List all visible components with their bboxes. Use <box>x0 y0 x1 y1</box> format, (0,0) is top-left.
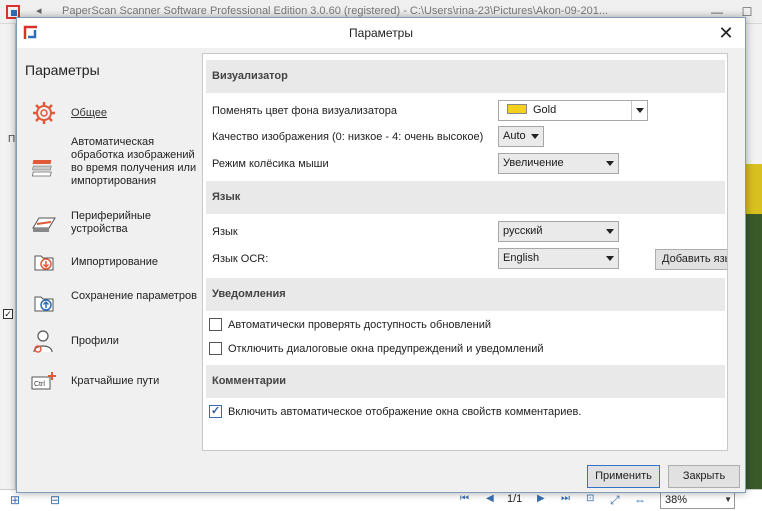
bg-color-value: Gold <box>533 104 557 116</box>
last-page-icon[interactable]: ⏭ <box>561 493 570 504</box>
sidebar-item-general[interactable]: Общее <box>31 100 199 126</box>
bg-toolbar-arrow[interactable]: ◂ <box>36 4 42 17</box>
next-page-icon[interactable]: ▶ <box>537 493 545 504</box>
bg-color-label: Поменять цвет фона визуализатора <box>212 105 397 117</box>
user-profile-icon <box>33 330 53 353</box>
chevron-down-icon <box>606 229 614 234</box>
import-icon <box>34 255 54 271</box>
sidebar-item-auto-processing[interactable]: Автоматическая обработка изображений во … <box>31 136 199 188</box>
layout-icon[interactable]: ⊞ <box>10 493 20 507</box>
check-updates-checkbox[interactable] <box>209 318 222 331</box>
scanner-icon <box>32 217 56 232</box>
disable-dialogs-row[interactable]: Отключить диалоговые окна предупреждений… <box>209 342 544 355</box>
settings-dialog: Параметры ✕ Параметры Общее Автоматическ… <box>16 17 746 493</box>
page-indicator: 1/1 <box>507 493 523 505</box>
settings-content-panel: Визуализатор Поменять цвет фона визуализ… <box>202 53 728 451</box>
mouse-wheel-select[interactable]: Увеличение <box>498 153 619 174</box>
fit-width-icon[interactable]: ⇔ <box>634 493 646 507</box>
section-title: Язык <box>212 191 241 203</box>
quality-value: Auto <box>503 130 526 142</box>
close-icon[interactable]: ✕ <box>715 22 737 44</box>
background-window-title: PaperScan Scanner Software Professional … <box>62 5 608 17</box>
ocr-language-select[interactable]: English <box>498 248 619 269</box>
background-side-letter: П <box>8 134 16 145</box>
prev-page-icon[interactable]: ◀ <box>486 493 494 504</box>
sidebar-item-label: Импортирование <box>71 256 159 268</box>
chevron-down-icon: ▼ <box>724 495 732 504</box>
section-header-viewer: Визуализатор <box>206 60 725 93</box>
chevron-down-icon <box>606 256 614 261</box>
section-title: Уведомления <box>212 288 286 300</box>
background-checkbox[interactable]: ✓ <box>3 309 13 319</box>
sidebar-item-label: Автоматическая обработка изображений во … <box>71 136 197 187</box>
section-title: Комментарии <box>212 375 287 387</box>
sidebar-item-profiles[interactable]: Профили <box>31 328 199 354</box>
background-image-preview <box>746 24 762 489</box>
zoom-100-icon[interactable]: ⊡ <box>586 493 594 504</box>
sidebar-item-label: Периферийные устройства <box>71 210 151 235</box>
quality-select[interactable]: Auto <box>498 126 544 147</box>
fit-page-icon[interactable]: ⤢ <box>610 493 620 508</box>
bg-color-select[interactable]: Gold <box>498 100 648 121</box>
language-select[interactable]: русский <box>498 221 619 242</box>
apply-button[interactable]: Применить <box>587 465 660 488</box>
dropdown-button[interactable] <box>631 101 647 120</box>
auto-show-comments-checkbox[interactable] <box>209 404 222 418</box>
ocr-language-value: English <box>503 252 540 264</box>
gear-icon <box>33 102 55 124</box>
section-header-comments: Комментарии <box>206 365 725 398</box>
language-value: русский <box>503 225 543 237</box>
check-updates-row[interactable]: Автоматически проверять доступность обно… <box>209 318 491 331</box>
quality-label: Качество изображения (0: низкое - 4: оче… <box>212 131 484 143</box>
ocr-language-label: Язык OCR: <box>212 253 269 265</box>
section-header-language: Язык <box>206 181 725 214</box>
background-left-panel: П ✓ <box>0 24 16 489</box>
sidebar-item-devices[interactable]: Периферийные устройства <box>31 210 199 236</box>
dialog-title: Параметры <box>349 26 413 40</box>
stack-processing-icon <box>32 160 52 177</box>
chevron-down-icon <box>531 134 539 139</box>
check-updates-label: Автоматически проверять доступность обно… <box>228 318 492 331</box>
auto-show-comments-label: Включить автоматическое отображение окна… <box>228 405 582 418</box>
section-title: Визуализатор <box>212 70 288 82</box>
section-header-notifications: Уведомления <box>206 278 725 311</box>
sidebar-heading: Параметры <box>25 62 100 78</box>
disable-dialogs-checkbox[interactable] <box>209 342 222 355</box>
color-swatch <box>507 104 527 114</box>
zoom-select[interactable]: 38% ▼ <box>660 492 735 509</box>
sidebar-item-import[interactable]: Импортирование <box>31 249 199 275</box>
language-label: Язык <box>212 226 238 238</box>
sidebar-item-save-settings[interactable]: Сохранение параметров <box>31 290 199 316</box>
auto-show-comments-row[interactable]: Включить автоматическое отображение окна… <box>209 404 582 418</box>
first-page-icon[interactable]: ⏮ <box>460 493 469 504</box>
keyboard-shortcut-icon: Ctrl <box>31 372 56 390</box>
dialog-titlebar: Параметры ✕ <box>17 18 745 48</box>
mouse-wheel-label: Режим колёсика мыши <box>212 158 329 170</box>
sidebar-item-shortcuts[interactable]: Ctrl Кратчайшие пути <box>31 368 199 394</box>
sidebar-item-label: Кратчайшие пути <box>71 375 160 387</box>
chevron-down-icon <box>636 108 644 113</box>
sidebar-item-label: Сохранение параметров <box>71 290 198 302</box>
sidebar-item-label: Профили <box>71 335 119 347</box>
close-button[interactable]: Закрыть <box>668 465 740 488</box>
sidebar-item-label: Общее <box>71 107 108 119</box>
svg-text:Ctrl: Ctrl <box>34 381 45 388</box>
split-view-icon[interactable]: ⊟ <box>50 493 60 507</box>
mouse-wheel-value: Увеличение <box>503 157 564 169</box>
disable-dialogs-label: Отключить диалоговые окна предупреждений… <box>228 342 544 355</box>
add-language-button[interactable]: Добавить язык <box>655 249 727 270</box>
zoom-value: 38% <box>665 494 688 506</box>
chevron-down-icon <box>606 161 614 166</box>
settings-sidebar: Параметры Общее Автоматическая обработка… <box>17 48 200 493</box>
save-settings-icon <box>34 296 54 312</box>
